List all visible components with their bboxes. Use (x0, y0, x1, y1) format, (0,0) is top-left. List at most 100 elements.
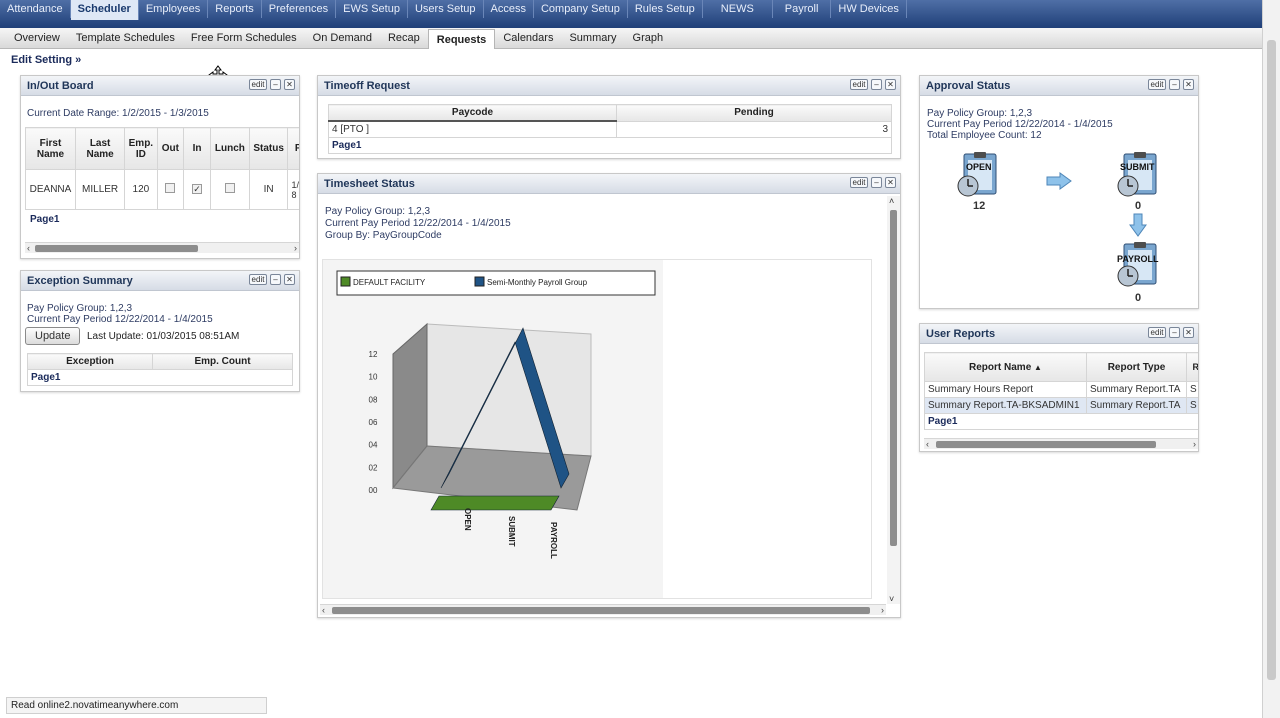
col-pending[interactable]: Pending (616, 104, 892, 122)
table-row[interactable]: Summary Hours Report Summary Report.TA S (924, 381, 1198, 398)
tab-free-form-schedules[interactable]: Free Form Schedules (183, 32, 305, 44)
series-ribbon (430, 495, 560, 511)
close-icon[interactable]: ✕ (885, 79, 896, 90)
in-checkbox[interactable]: ✓ (192, 184, 203, 194)
table-row[interactable]: Summary Report.TA-BKSADMIN1 Summary Repo… (924, 397, 1198, 414)
cell-report-name: Summary Hours Report (924, 381, 1087, 398)
vertical-scrollbar[interactable]: ˄ ˅ (887, 196, 900, 604)
close-icon[interactable]: ✕ (1183, 327, 1194, 338)
tab-template-schedules[interactable]: Template Schedules (68, 32, 183, 44)
x-category-label: PAYROLL (549, 522, 558, 559)
col-emp-id[interactable]: Emp. ID (124, 127, 158, 170)
edit-button[interactable]: edit (249, 79, 267, 90)
scroll-left-icon[interactable]: ‹ (926, 439, 929, 449)
scroll-left-icon[interactable]: ‹ (322, 605, 325, 615)
horizontal-scrollbar[interactable]: ‹ › (25, 242, 299, 253)
arrow-down-icon (1129, 213, 1147, 237)
nav-company-setup[interactable]: Company Setup (534, 0, 628, 18)
out-checkbox[interactable] (165, 183, 176, 193)
scroll-thumb[interactable] (936, 441, 1156, 448)
edit-button[interactable]: edit (850, 177, 868, 188)
minimize-icon[interactable]: – (1169, 79, 1180, 90)
submit-status-icon[interactable]: SUBMIT (1116, 152, 1160, 200)
scroll-up-icon[interactable]: ˄ (889, 196, 894, 206)
col-first-name[interactable]: First Name (25, 127, 76, 170)
nav-reports[interactable]: Reports (208, 0, 262, 18)
nav-ews-setup[interactable]: EWS Setup (336, 0, 408, 18)
tab-on-demand[interactable]: On Demand (305, 32, 380, 44)
col-status[interactable]: Status (248, 127, 289, 170)
panel-title: In/Out Board (27, 80, 94, 92)
col-partial[interactable]: P (287, 127, 299, 170)
col-report-name[interactable]: Report Name ▲ (924, 352, 1087, 382)
reports-table-wrap: Report Name ▲ Report Type R S Summary Ho… (924, 352, 1198, 436)
lunch-checkbox[interactable] (224, 183, 235, 193)
payroll-status-icon[interactable]: PAYROLL (1116, 242, 1160, 290)
col-emp-count[interactable]: Emp. Count (152, 353, 293, 370)
scroll-thumb[interactable] (332, 607, 870, 614)
edit-button[interactable]: edit (850, 79, 868, 90)
pay-policy-group: Pay Policy Group: 1,2,3 (325, 206, 431, 217)
tab-calendars[interactable]: Calendars (495, 32, 561, 44)
nav-payroll[interactable]: Payroll (773, 0, 832, 18)
nav-users-setup[interactable]: Users Setup (408, 0, 484, 18)
col-last-name[interactable]: Last Name (74, 127, 126, 170)
page-scroll-thumb[interactable] (1267, 40, 1276, 680)
nav-preferences[interactable]: Preferences (262, 0, 337, 18)
minimize-icon[interactable]: – (871, 177, 882, 188)
edit-button[interactable]: edit (1148, 79, 1166, 90)
col-report-type[interactable]: Report Type (1086, 352, 1187, 382)
minimize-icon[interactable]: – (270, 79, 281, 90)
panel-controls: edit – ✕ (1148, 79, 1194, 90)
horizontal-scrollbar[interactable]: ‹ › (924, 438, 1198, 449)
pager[interactable]: Page1 (924, 413, 1198, 430)
submit-label: SUBMIT (1120, 162, 1155, 172)
col-lunch[interactable]: Lunch (209, 127, 250, 170)
scroll-right-icon[interactable]: › (294, 243, 297, 253)
close-icon[interactable]: ✕ (284, 274, 295, 285)
nav-employees[interactable]: Employees (139, 0, 209, 18)
pager[interactable]: Page1 (27, 369, 293, 386)
tab-graph[interactable]: Graph (625, 32, 672, 44)
nav-rules-setup[interactable]: Rules Setup (628, 0, 703, 18)
col-exception[interactable]: Exception (27, 353, 153, 370)
sort-asc-icon[interactable]: ▲ (1034, 363, 1042, 372)
open-status-icon[interactable]: OPEN (956, 152, 1000, 200)
col-in[interactable]: In (183, 127, 211, 170)
tab-requests[interactable]: Requests (427, 28, 496, 49)
scroll-thumb[interactable] (890, 210, 897, 546)
timeoff-request-panel: Timeoff Request edit – ✕ Paycode Pending… (317, 75, 901, 159)
nav-attendance[interactable]: Attendance (0, 0, 71, 18)
reports-table: Report Name ▲ Report Type R S Summary Ho… (924, 352, 1198, 430)
edit-button[interactable]: edit (1148, 327, 1166, 338)
nav-news[interactable]: NEWS (703, 0, 773, 18)
tab-summary[interactable]: Summary (561, 32, 624, 44)
col-paycode[interactable]: Paycode (328, 104, 617, 122)
page-scrollbar[interactable] (1262, 0, 1280, 718)
tab-overview[interactable]: Overview (6, 32, 68, 44)
scroll-down-icon[interactable]: ˅ (889, 594, 894, 604)
minimize-icon[interactable]: – (270, 274, 281, 285)
scroll-left-icon[interactable]: ‹ (27, 243, 30, 253)
edit-button[interactable]: edit (249, 274, 267, 285)
col-out[interactable]: Out (156, 127, 185, 170)
close-icon[interactable]: ✕ (1183, 79, 1194, 90)
update-button[interactable]: Update (25, 327, 81, 345)
col-partial[interactable]: R S (1186, 352, 1198, 382)
pager[interactable]: Page1 (30, 214, 59, 225)
tab-recap[interactable]: Recap (380, 32, 428, 44)
minimize-icon[interactable]: – (871, 79, 882, 90)
pager[interactable]: Page1 (328, 137, 892, 154)
nav-hw-devices[interactable]: HW Devices (831, 0, 907, 18)
nav-access[interactable]: Access (484, 0, 534, 18)
close-icon[interactable]: ✕ (885, 177, 896, 188)
scroll-thumb[interactable] (35, 245, 198, 252)
horizontal-scrollbar[interactable]: ‹ › (320, 604, 886, 615)
close-icon[interactable]: ✕ (284, 79, 295, 90)
nav-scheduler[interactable]: Scheduler (70, 0, 139, 20)
cell-report-type: Summary Report.TA (1086, 381, 1187, 398)
scroll-right-icon[interactable]: › (1193, 439, 1196, 449)
scroll-right-icon[interactable]: › (881, 605, 884, 615)
edit-setting-link[interactable]: Edit Setting » (11, 54, 81, 66)
minimize-icon[interactable]: – (1169, 327, 1180, 338)
